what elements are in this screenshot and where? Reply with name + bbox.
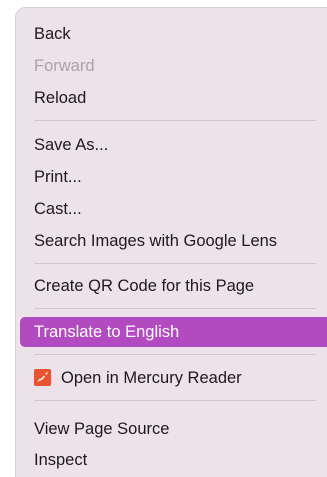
menu-item-create-qr-code[interactable]: Create QR Code for this Page (16, 271, 327, 301)
menu-item-translate[interactable]: Translate to English (20, 317, 327, 347)
menu-item-search-images[interactable]: Search Images with Google Lens (16, 226, 327, 256)
rocket-icon (34, 366, 51, 386)
menu-item-forward: Forward (34, 57, 95, 75)
menu-separator (34, 354, 316, 355)
menu-separator (34, 308, 316, 309)
menu-item-mercury-reader[interactable]: Open in Mercury Reader (16, 363, 327, 393)
context-menu: Back Forward Reload Save As... Print... … (16, 8, 327, 477)
menu-item-save-as[interactable]: Save As... (16, 130, 327, 160)
menu-separator (34, 120, 316, 121)
menu-separator (34, 400, 316, 401)
menu-item-mercury-label: Open in Mercury Reader (61, 369, 242, 387)
menu-item-print[interactable]: Print... (16, 162, 327, 192)
menu-separator (34, 263, 316, 264)
menu-item-back[interactable]: Back (16, 19, 327, 49)
menu-item-inspect[interactable]: Inspect (16, 445, 327, 475)
menu-item-view-page-source[interactable]: View Page Source (16, 414, 327, 444)
menu-item-reload[interactable]: Reload (16, 83, 327, 113)
menu-item-cast[interactable]: Cast... (16, 194, 327, 224)
